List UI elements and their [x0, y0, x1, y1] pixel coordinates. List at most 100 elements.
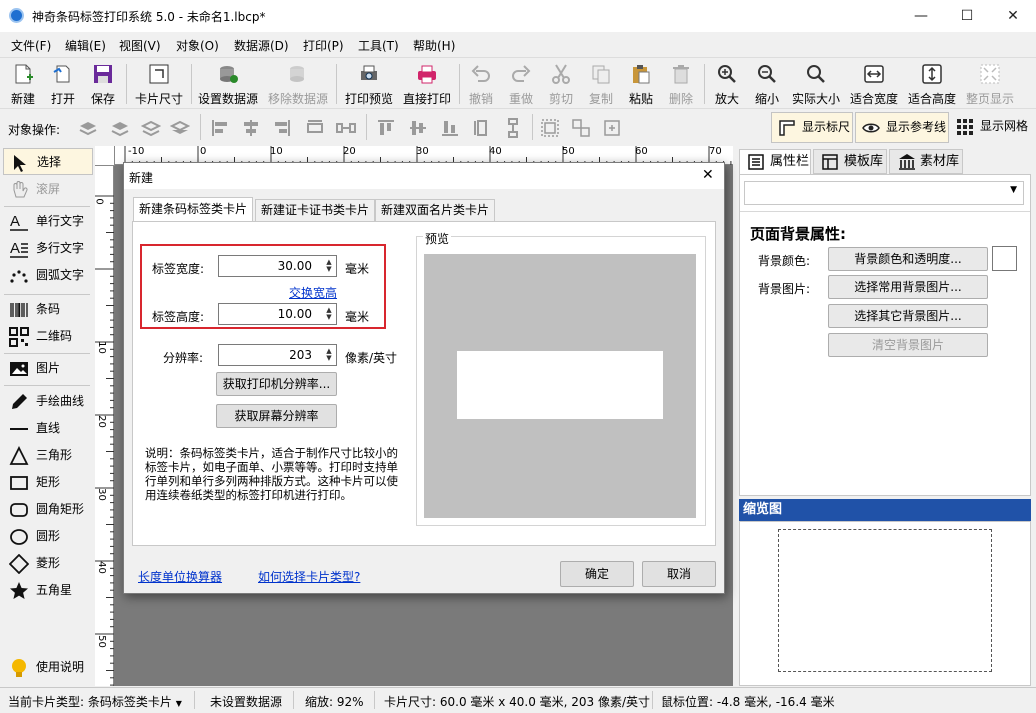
tool-scroll[interactable]: 滚屏	[3, 176, 93, 203]
tab-properties[interactable]: 属性栏	[739, 149, 811, 174]
send-to-back-icon[interactable]	[170, 118, 190, 138]
tool-qrcode[interactable]: 二维码	[3, 323, 93, 350]
menu-object[interactable]: 对象(O)	[176, 37, 219, 54]
tab-barcode-label-card[interactable]: 新建条码标签类卡片	[133, 197, 254, 222]
bg-common-image-button[interactable]: 选择常用背景图片...	[828, 275, 988, 299]
zoom-out-button[interactable]: 缩小	[748, 61, 786, 106]
get-printer-dpi-button[interactable]: 获取打印机分辨率...	[216, 372, 337, 396]
unit-converter-link[interactable]: 长度单位换算器	[138, 568, 222, 585]
ok-button[interactable]: 确定	[560, 561, 634, 587]
bg-other-image-button[interactable]: 选择其它背景图片...	[828, 304, 988, 328]
open-button[interactable]: 打开	[44, 61, 82, 106]
print-preview-button[interactable]: 打印预览	[341, 61, 397, 106]
tool-single-text[interactable]: A 单行文字	[3, 208, 93, 235]
copy-icon	[592, 65, 610, 84]
show-ruler-toggle[interactable]: 显示标尺	[771, 112, 853, 143]
tab-certificate-card[interactable]: 新建证卡证书类卡片	[255, 199, 376, 222]
dialog-close-button[interactable]: ✕	[702, 167, 714, 183]
group-icon[interactable]	[540, 118, 560, 138]
distribute-vertical-icon[interactable]	[472, 118, 492, 138]
ruler-label: 50	[562, 146, 575, 157]
height-spinner[interactable]: ▲ ▼	[324, 307, 334, 321]
fit-height-button[interactable]: 适合高度	[906, 61, 958, 106]
tool-triangle[interactable]: 三角形	[3, 442, 93, 469]
close-button[interactable]: ✕	[990, 0, 1036, 32]
minimize-button[interactable]: —	[898, 0, 944, 32]
tool-round-rect[interactable]: 圆角矩形	[3, 496, 93, 523]
tool-diamond[interactable]: 菱形	[3, 550, 93, 577]
cut-button[interactable]: 剪切	[543, 61, 579, 106]
new-button[interactable]: 新建	[4, 61, 42, 106]
object-selector[interactable]: ▼	[744, 181, 1024, 205]
ungroup-icon[interactable]	[571, 118, 591, 138]
actual-size-button[interactable]: 实际大小	[790, 61, 842, 106]
tool-line[interactable]: 直线	[3, 415, 93, 442]
distribute-horizontal-icon[interactable]	[305, 118, 325, 138]
align-top-icon[interactable]	[376, 118, 396, 138]
tool-barcode[interactable]: 条码	[3, 296, 93, 323]
menu-help[interactable]: 帮助(H)	[413, 37, 455, 54]
menu-datasource[interactable]: 数据源(D)	[234, 37, 289, 54]
space-evenly-icon[interactable]	[336, 118, 356, 138]
paste-button[interactable]: 粘贴	[623, 61, 659, 106]
menu-tools[interactable]: 工具(T)	[358, 37, 399, 54]
tool-help[interactable]: 使用说明	[3, 654, 93, 681]
tool-select[interactable]: 选择	[3, 148, 93, 175]
height-input[interactable]: 10.00 ▲ ▼	[218, 303, 337, 325]
show-grid-toggle[interactable]: 显示网格	[953, 112, 1033, 143]
bg-color-swatch[interactable]	[992, 246, 1017, 271]
tool-multi-text[interactable]: A 多行文字	[3, 235, 93, 262]
remove-datasource-button[interactable]: 移除数据源	[266, 61, 330, 106]
cancel-button[interactable]: 取消	[642, 561, 716, 587]
thumbnail-viewport[interactable]	[778, 529, 992, 672]
dpi-spinner[interactable]: ▲ ▼	[324, 348, 334, 362]
set-datasource-button[interactable]: 设置数据源	[196, 61, 260, 106]
maximize-button[interactable]: ☐	[944, 0, 990, 32]
copy-button[interactable]: 复制	[583, 61, 619, 106]
tool-freehand[interactable]: 手绘曲线	[3, 388, 93, 415]
bg-color-button[interactable]: 背景颜色和透明度...	[828, 247, 988, 271]
card-size-button[interactable]: 卡片尺寸	[131, 61, 187, 106]
tool-image[interactable]: 图片	[3, 355, 93, 382]
bring-forward-icon[interactable]	[110, 118, 130, 138]
choose-card-type-link[interactable]: 如何选择卡片类型?	[258, 568, 360, 585]
clear-bg-image-button[interactable]: 清空背景图片	[828, 333, 988, 357]
space-vertical-icon[interactable]	[503, 118, 523, 138]
align-center-icon[interactable]	[241, 118, 261, 138]
tool-star[interactable]: 五角星	[3, 577, 93, 604]
save-button[interactable]: 保存	[84, 61, 122, 106]
swap-width-height-link[interactable]: 交换宽高	[289, 284, 337, 301]
align-bottom-icon[interactable]	[440, 118, 460, 138]
tool-circle[interactable]: 圆形	[3, 523, 93, 550]
redo-button[interactable]: 重做	[503, 61, 539, 106]
zoom-in-button[interactable]: 放大	[708, 61, 746, 106]
lock-icon[interactable]	[602, 118, 622, 138]
menu-edit[interactable]: 编辑(E)	[65, 37, 106, 54]
tab-business-card[interactable]: 新建双面名片类卡片	[375, 199, 496, 222]
menu-file[interactable]: 文件(F)	[11, 37, 51, 54]
width-unit: 毫米	[345, 262, 370, 276]
direct-print-button[interactable]: 直接打印	[400, 61, 454, 106]
dpi-input[interactable]: 203 ▲ ▼	[218, 344, 337, 366]
tool-rect[interactable]: 矩形	[3, 469, 93, 496]
bring-to-front-icon[interactable]	[78, 118, 98, 138]
menu-print[interactable]: 打印(P)	[303, 37, 344, 54]
fit-page-button[interactable]: 整页显示	[964, 61, 1016, 106]
tab-assets[interactable]: 素材库	[889, 149, 963, 174]
status-card-type[interactable]: 当前卡片类型: 条码标签类卡片 ▼	[8, 693, 182, 710]
tab-templates[interactable]: 模板库	[813, 149, 887, 174]
menu-view[interactable]: 视图(V)	[119, 37, 161, 54]
undo-button[interactable]: 撤销	[463, 61, 499, 106]
width-spinner[interactable]: ▲ ▼	[324, 259, 334, 273]
tool-arc-text[interactable]: 圆弧文字	[3, 262, 93, 289]
width-input[interactable]: 30.00 ▲ ▼	[218, 255, 337, 277]
align-left-icon[interactable]	[210, 118, 230, 138]
show-guides-toggle[interactable]: 显示参考线	[855, 112, 949, 143]
delete-button[interactable]: 删除	[663, 61, 699, 106]
align-middle-icon[interactable]	[408, 118, 428, 138]
fit-width-button[interactable]: 适合宽度	[848, 61, 900, 106]
align-right-icon[interactable]	[272, 118, 292, 138]
send-backward-icon[interactable]	[141, 118, 161, 138]
get-screen-dpi-button[interactable]: 获取屏幕分辨率	[216, 404, 337, 428]
label-preview	[457, 351, 663, 419]
